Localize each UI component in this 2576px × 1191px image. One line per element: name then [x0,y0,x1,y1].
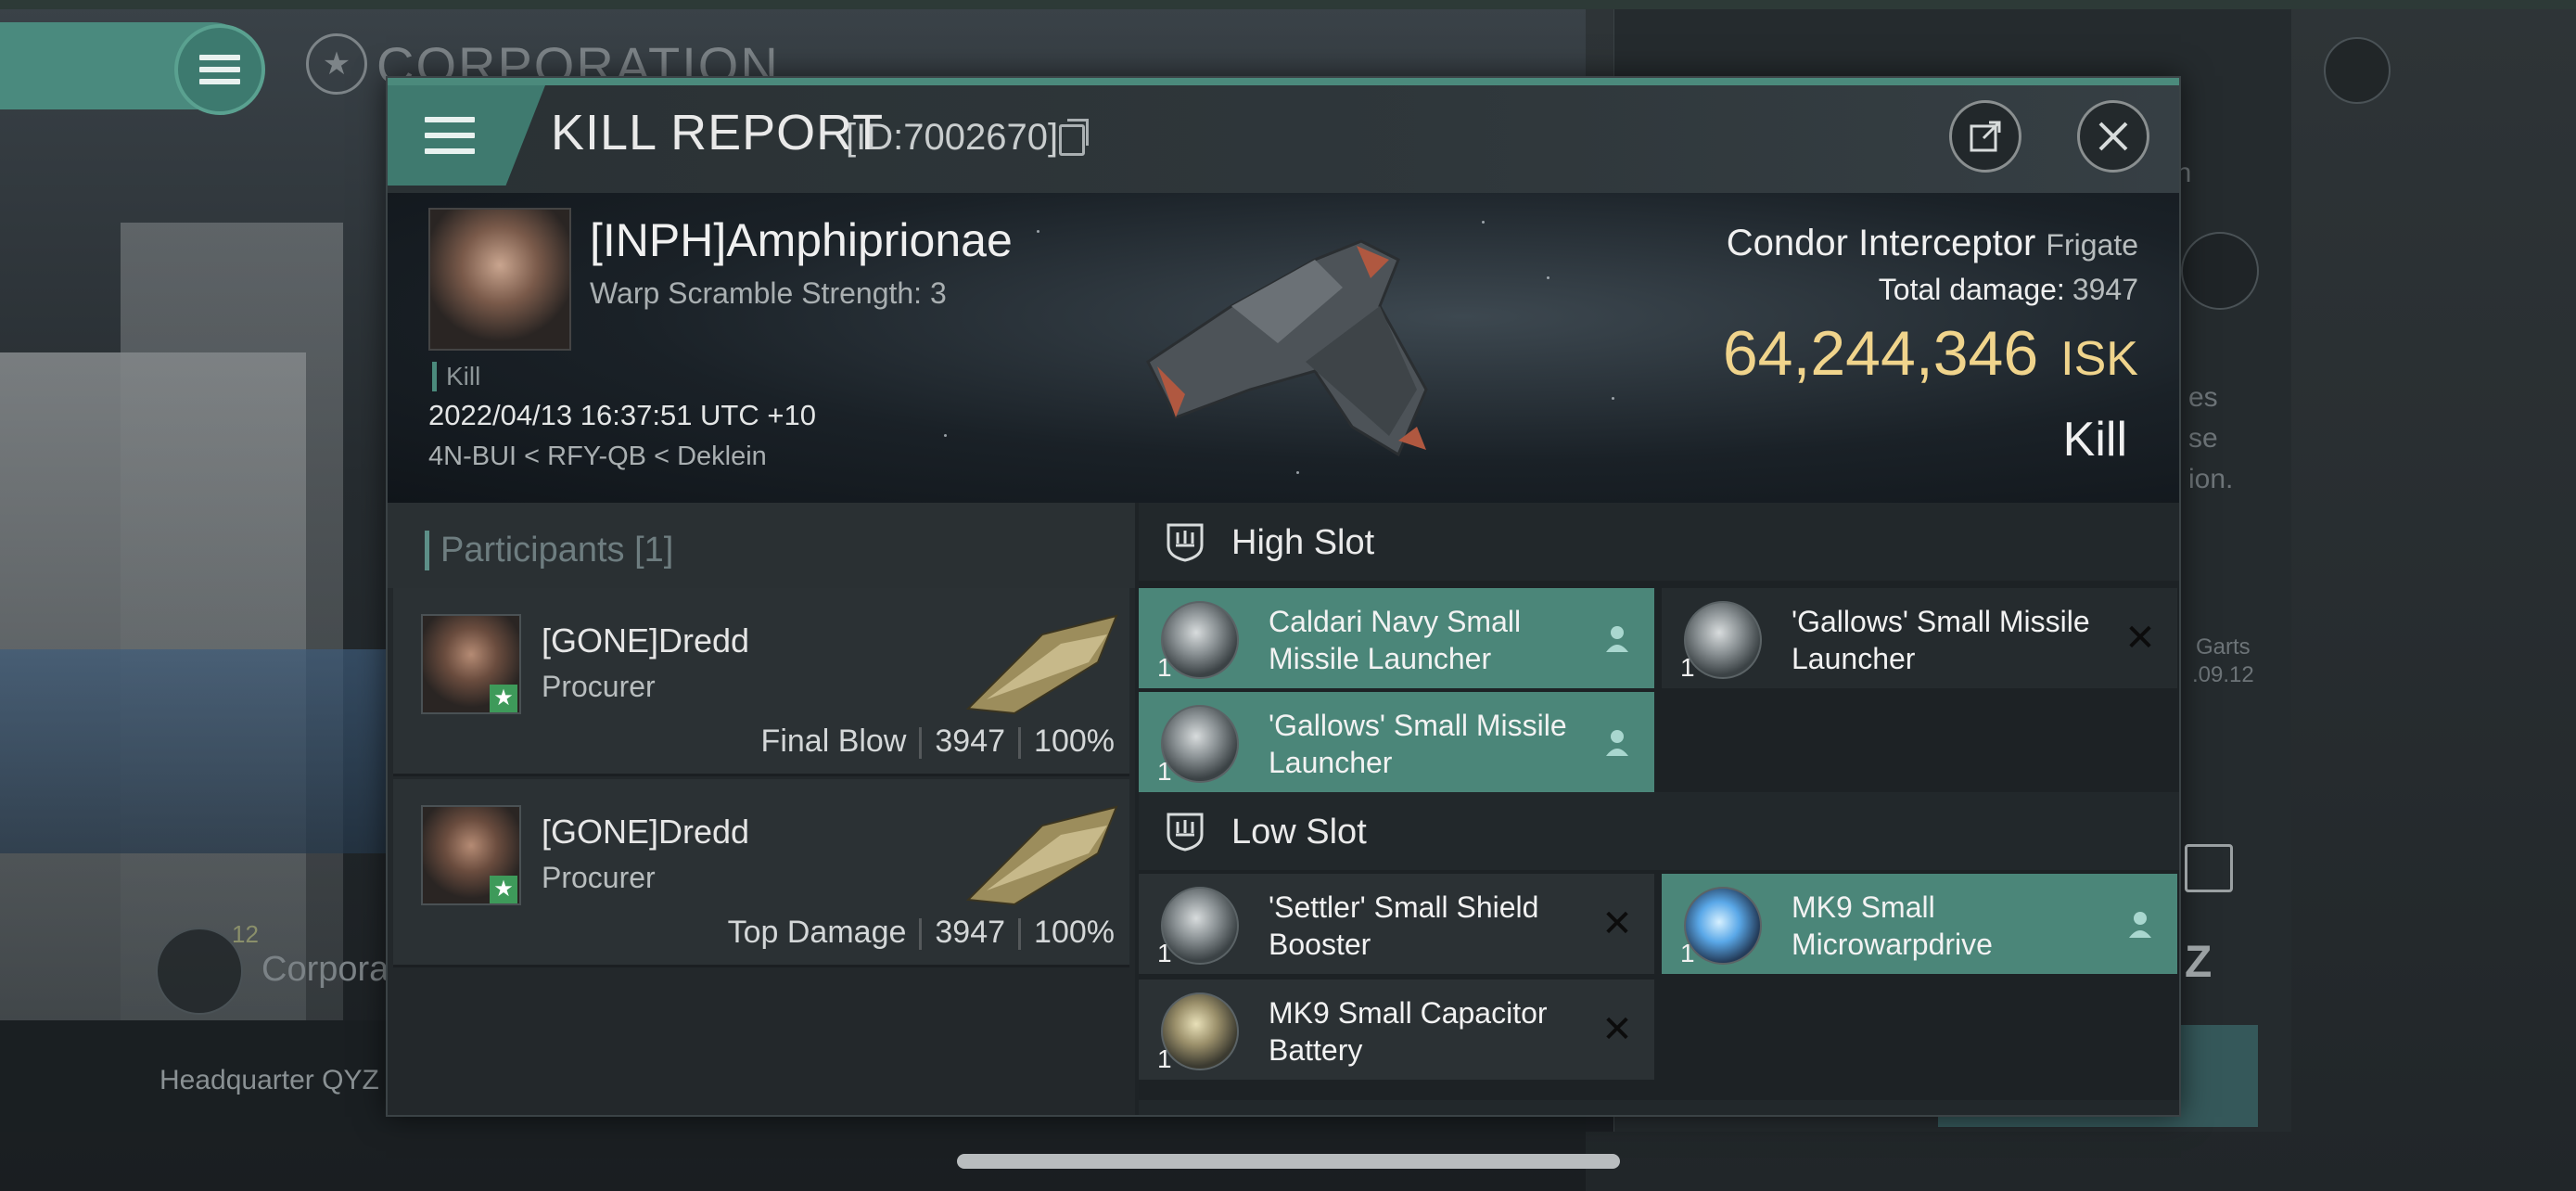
close-button[interactable] [2077,100,2149,173]
participant-stats: Final Blow 3947 100% [760,724,1115,760]
star-icon: ★ [490,685,517,712]
fitted-pilot-icon [1599,620,1636,657]
participant-name: [GONE]Dredd [542,813,750,851]
module-quantity: 1 [1157,1044,1172,1073]
high-slot-icon [1167,523,1204,562]
bg-fragment: Garts [2196,634,2251,660]
module-name: 'Gallows' Small Missile Launcher [1269,709,1567,779]
missile-launcher-icon [1161,601,1239,679]
close-icon [2098,122,2128,151]
home-indicator[interactable] [957,1154,1620,1169]
module-item[interactable]: 1 MK9 Small Capacitor Battery ✕ [1139,980,1654,1080]
module-quantity: 1 [1157,653,1172,682]
edit-icon[interactable] [2185,844,2233,892]
window-title: KILL REPORT [551,105,885,160]
bg-corp-button[interactable] [156,928,243,1015]
victim-portrait[interactable] [428,208,571,351]
copy-icon[interactable] [1059,119,1089,156]
fitted-pilot-icon [2122,905,2159,942]
module-name: MK9 Small Microwarpdrive [1792,890,1993,961]
bg-fragment: .09.12 [2192,662,2254,687]
corp-badge: 12 [232,920,259,948]
corp-sub-label: Corpora [261,950,389,989]
participants-title: Participants [1] [425,531,673,570]
low-slot-header: Low Slot [1139,792,2179,870]
participant-ship-render [965,805,1118,906]
fitted-pilot-icon [1599,724,1636,761]
missile-launcher-icon [1684,601,1762,679]
participant-name: [GONE]Dredd [542,621,750,660]
high-slot-title: High Slot [1231,523,1375,562]
module-quantity: 1 [1680,939,1695,967]
module-name: Caldari Navy Small Missile Launcher [1269,605,1522,675]
isk-value: 64,244,346 ISK [1722,318,2138,389]
star-icon: ★ [490,876,517,903]
bg-fragment: se [2188,423,2218,454]
bg-fragment: es [2188,382,2218,413]
missile-launcher-icon [1161,705,1239,783]
kill-location[interactable]: 4N-BUI < RFY-QB < Deklein [428,442,767,472]
module-quantity: 1 [1157,939,1172,967]
ship-class: Frigate [2046,228,2138,262]
destroyed-icon: ✕ [2124,618,2156,659]
microwarpdrive-icon [1684,887,1762,965]
module-item[interactable]: 1 'Settler' Small Shield Booster ✕ [1139,874,1654,974]
bg-more-button[interactable] [2181,232,2259,310]
participant-ship: Procurer [542,670,656,703]
menu-icon [425,117,475,154]
participant-stats: Top Damage 3947 100% [727,915,1115,951]
module-quantity: 1 [1157,757,1172,786]
sort-icon[interactable]: Z [2185,937,2212,988]
corp-menu-button[interactable] [174,24,265,115]
capacitor-battery-icon [1161,992,1239,1070]
destroyed-icon: ✕ [1601,903,1633,944]
total-damage-value: 3947 [2072,273,2138,306]
shield-booster-icon [1161,887,1239,965]
bg-fragment: ion. [2188,464,2234,494]
high-slot-header: High Slot [1139,503,2179,581]
kill-result: Kill [2062,413,2127,467]
kill-tag: Kill [432,362,480,391]
low-slot-title: Low Slot [1231,813,1367,852]
participants-panel: Participants [1] ★ [GONE]Dredd Procurer … [388,503,1135,1115]
destroyed-icon: ✕ [1601,1009,1633,1050]
victim-name[interactable]: [INPH]Amphiprionae [590,213,1013,267]
module-item[interactable]: 1 MK9 Small Microwarpdrive [1662,874,2177,974]
participant-row[interactable]: ★ [GONE]Dredd Procurer Top Damage 3947 100… [393,779,1129,967]
kill-report-window: KILL REPORT [ID:7002670] [INPH]Amphiprio… [386,76,2181,1117]
mid-slot-header-partial [1139,1100,2179,1115]
module-item[interactable]: 1 'Gallows' Small Missile Launcher ✕ [1662,588,2177,688]
participant-ship: Procurer [542,861,656,894]
total-damage: Total damage: 3947 [1878,273,2138,306]
victim-banner: [INPH]Amphiprionae Warp Scramble Strengt… [388,193,2179,503]
kill-id: [ID:7002670] [846,117,1059,158]
station-blue-panel [0,649,389,853]
participants-header: Participants [1] [388,503,1135,588]
fitting-panel: High Slot 1 Caldari Navy Small Missile L… [1139,503,2179,1115]
window-accent [388,78,2179,85]
module-name: 'Gallows' Small Missile Launcher [1792,605,2090,675]
ship-render [1146,239,1428,457]
participant-row[interactable]: ★ [GONE]Dredd Procurer Final Blow 3947 100… [393,588,1129,776]
module-name: MK9 Small Capacitor Battery [1269,996,1548,1067]
share-icon [1970,121,2001,152]
hq-label: Headquarter QYZ [159,1065,379,1095]
station-tower [121,223,343,1020]
menu-icon [199,55,240,84]
module-name: 'Settler' Small Shield Booster [1269,890,1539,961]
low-slot-icon [1167,813,1204,852]
corp-star-icon: ★ [306,33,367,95]
top-strip [0,0,2576,9]
module-item[interactable]: 1 'Gallows' Small Missile Launcher [1139,692,1654,792]
isk-unit: ISK [2060,332,2138,386]
participant-ship-render [965,614,1118,715]
share-button[interactable] [1949,100,2021,173]
kill-datetime: 2022/04/13 16:37:51 UTC +10 [428,399,816,431]
module-item[interactable]: 1 Caldari Navy Small Missile Launcher [1139,588,1654,688]
warp-scramble-strength: Warp Scramble Strength: 3 [590,276,947,310]
bg-close-button[interactable] [2324,37,2391,104]
module-quantity: 1 [1680,653,1695,682]
ship-name[interactable]: Condor Interceptor Frigate [1727,223,2138,264]
